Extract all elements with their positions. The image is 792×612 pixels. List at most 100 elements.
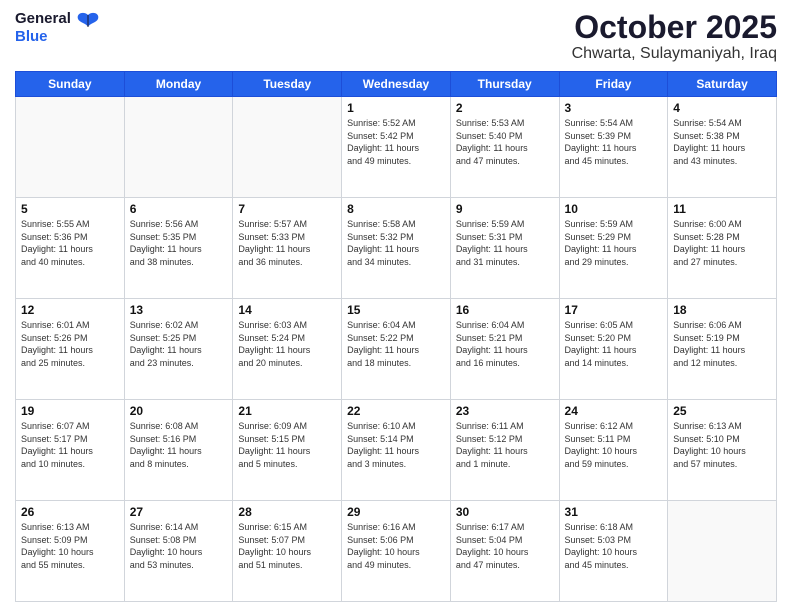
day-number: 8 (347, 202, 445, 216)
table-row: 10 Sunrise: 5:59 AM Sunset: 5:29 PM Dayli… (559, 198, 668, 299)
day-info: Sunrise: 6:05 AM Sunset: 5:20 PM Dayligh… (565, 319, 663, 369)
table-row: 16 Sunrise: 6:04 AM Sunset: 5:21 PM Dayli… (450, 299, 559, 400)
calendar-week-row: 19Sunrise: 6:07 AM Sunset: 5:17 PM Dayli… (16, 400, 777, 501)
table-row: 6Sunrise: 5:56 AM Sunset: 5:35 PM Daylig… (124, 198, 233, 299)
table-row: 18Sunrise: 6:06 AM Sunset: 5:19 PM Dayli… (668, 299, 777, 400)
table-row: 12Sunrise: 6:01 AM Sunset: 5:26 PM Dayli… (16, 299, 125, 400)
day-info: Sunrise: 5:57 AM Sunset: 5:33 PM Dayligh… (238, 218, 336, 268)
table-row: 20 Sunrise: 6:08 AM Sunset: 5:16 PM Dayli… (124, 400, 233, 501)
day-number: 19 (21, 404, 119, 418)
day-info: Sunrise: 6:08 AM Sunset: 5:16 PM Dayligh… (130, 420, 228, 470)
day-info: Sunrise: 6:09 AM Sunset: 5:15 PM Dayligh… (238, 420, 336, 470)
table-row: 24Sunrise: 6:12 AM Sunset: 5:11 PM Dayli… (559, 400, 668, 501)
day-number: 13 (130, 303, 228, 317)
day-info: Sunrise: 6:13 AM Sunset: 5:09 PM Dayligh… (21, 521, 119, 571)
table-row (668, 501, 777, 602)
day-info: Sunrise: 6:11 AM Sunset: 5:12 PM Dayligh… (456, 420, 554, 470)
day-info: Sunrise: 6:04 AM Sunset: 5:21 PM Dayligh… (456, 319, 554, 369)
table-row: 23 Sunrise: 6:11 AM Sunset: 5:12 PM Dayli… (450, 400, 559, 501)
day-info: Sunrise: 5:59 AM Sunset: 5:29 PM Dayligh… (565, 218, 663, 268)
col-tuesday: Tuesday (233, 72, 342, 97)
day-info: Sunrise: 6:15 AM Sunset: 5:07 PM Dayligh… (238, 521, 336, 571)
logo-bird-icon (74, 9, 102, 42)
day-number: 25 (673, 404, 771, 418)
table-row: 3Sunrise: 5:54 AM Sunset: 5:39 PM Daylig… (559, 97, 668, 198)
col-wednesday: Wednesday (342, 72, 451, 97)
calendar-week-row: 12Sunrise: 6:01 AM Sunset: 5:26 PM Dayli… (16, 299, 777, 400)
logo-general: General (15, 10, 71, 27)
table-row: 11 Sunrise: 6:00 AM Sunset: 5:28 PM Dayli… (668, 198, 777, 299)
day-info: Sunrise: 6:06 AM Sunset: 5:19 PM Dayligh… (673, 319, 771, 369)
day-info: Sunrise: 6:00 AM Sunset: 5:28 PM Dayligh… (673, 218, 771, 268)
calendar-week-row: 26 Sunrise: 6:13 AM Sunset: 5:09 PM Dayli… (16, 501, 777, 602)
calendar-week-row: 1 Sunrise: 5:52 AM Sunset: 5:42 PM Daylig… (16, 97, 777, 198)
day-number: 6 (130, 202, 228, 216)
day-number: 5 (21, 202, 119, 216)
day-number: 28 (238, 505, 336, 519)
day-info: Sunrise: 5:54 AM Sunset: 5:39 PM Dayligh… (565, 117, 663, 167)
day-number: 26 (21, 505, 119, 519)
day-info: Sunrise: 6:14 AM Sunset: 5:08 PM Dayligh… (130, 521, 228, 571)
day-number: 15 (347, 303, 445, 317)
table-row: 22Sunrise: 6:10 AM Sunset: 5:14 PM Dayli… (342, 400, 451, 501)
logo: General Blue (15, 10, 102, 46)
day-info: Sunrise: 6:04 AM Sunset: 5:22 PM Dayligh… (347, 319, 445, 369)
day-number: 23 (456, 404, 554, 418)
table-row: 21 Sunrise: 6:09 AM Sunset: 5:15 PM Dayli… (233, 400, 342, 501)
day-number: 14 (238, 303, 336, 317)
day-info: Sunrise: 6:17 AM Sunset: 5:04 PM Dayligh… (456, 521, 554, 571)
table-row: 25 Sunrise: 6:13 AM Sunset: 5:10 PM Dayli… (668, 400, 777, 501)
table-row: 9Sunrise: 5:59 AM Sunset: 5:31 PM Daylig… (450, 198, 559, 299)
table-row: 7 Sunrise: 5:57 AM Sunset: 5:33 PM Daylig… (233, 198, 342, 299)
day-info: Sunrise: 5:54 AM Sunset: 5:38 PM Dayligh… (673, 117, 771, 167)
col-saturday: Saturday (668, 72, 777, 97)
day-number: 27 (130, 505, 228, 519)
table-row: 27 Sunrise: 6:14 AM Sunset: 5:08 PM Dayli… (124, 501, 233, 602)
month-year: October 2025 (572, 10, 777, 45)
table-row: 4 Sunrise: 5:54 AM Sunset: 5:38 PM Daylig… (668, 97, 777, 198)
col-thursday: Thursday (450, 72, 559, 97)
day-info: Sunrise: 6:10 AM Sunset: 5:14 PM Dayligh… (347, 420, 445, 470)
location: Chwarta, Sulaymaniyah, Iraq (572, 45, 777, 63)
day-info: Sunrise: 5:52 AM Sunset: 5:42 PM Dayligh… (347, 117, 445, 167)
table-row: 26 Sunrise: 6:13 AM Sunset: 5:09 PM Dayli… (16, 501, 125, 602)
table-row: 28 Sunrise: 6:15 AM Sunset: 5:07 PM Dayli… (233, 501, 342, 602)
table-row: 31Sunrise: 6:18 AM Sunset: 5:03 PM Dayli… (559, 501, 668, 602)
table-row: 17 Sunrise: 6:05 AM Sunset: 5:20 PM Dayli… (559, 299, 668, 400)
day-number: 10 (565, 202, 663, 216)
table-row: 13 Sunrise: 6:02 AM Sunset: 5:25 PM Dayli… (124, 299, 233, 400)
day-number: 9 (456, 202, 554, 216)
day-info: Sunrise: 6:02 AM Sunset: 5:25 PM Dayligh… (130, 319, 228, 369)
day-number: 11 (673, 202, 771, 216)
day-number: 16 (456, 303, 554, 317)
day-number: 7 (238, 202, 336, 216)
table-row: 29Sunrise: 6:16 AM Sunset: 5:06 PM Dayli… (342, 501, 451, 602)
table-row: 5Sunrise: 5:55 AM Sunset: 5:36 PM Daylig… (16, 198, 125, 299)
table-row (16, 97, 125, 198)
day-info: Sunrise: 6:01 AM Sunset: 5:26 PM Dayligh… (21, 319, 119, 369)
day-number: 1 (347, 101, 445, 115)
day-info: Sunrise: 5:58 AM Sunset: 5:32 PM Dayligh… (347, 218, 445, 268)
col-monday: Monday (124, 72, 233, 97)
page: General Blue October 2025 Chwarta, Sulay… (0, 0, 792, 612)
day-number: 20 (130, 404, 228, 418)
col-friday: Friday (559, 72, 668, 97)
table-row: 15 Sunrise: 6:04 AM Sunset: 5:22 PM Dayli… (342, 299, 451, 400)
day-info: Sunrise: 6:03 AM Sunset: 5:24 PM Dayligh… (238, 319, 336, 369)
table-row: 14 Sunrise: 6:03 AM Sunset: 5:24 PM Dayli… (233, 299, 342, 400)
day-number: 21 (238, 404, 336, 418)
day-number: 2 (456, 101, 554, 115)
calendar-week-row: 5Sunrise: 5:55 AM Sunset: 5:36 PM Daylig… (16, 198, 777, 299)
col-sunday: Sunday (16, 72, 125, 97)
header: General Blue October 2025 Chwarta, Sulay… (15, 10, 777, 63)
day-number: 30 (456, 505, 554, 519)
logo-text: General Blue (15, 10, 71, 46)
day-number: 17 (565, 303, 663, 317)
table-row: 30 Sunrise: 6:17 AM Sunset: 5:04 PM Dayli… (450, 501, 559, 602)
day-info: Sunrise: 6:12 AM Sunset: 5:11 PM Dayligh… (565, 420, 663, 470)
logo-blue: Blue (15, 28, 48, 45)
day-info: Sunrise: 6:13 AM Sunset: 5:10 PM Dayligh… (673, 420, 771, 470)
day-number: 4 (673, 101, 771, 115)
day-number: 29 (347, 505, 445, 519)
calendar-header-row: Sunday Monday Tuesday Wednesday Thursday… (16, 72, 777, 97)
